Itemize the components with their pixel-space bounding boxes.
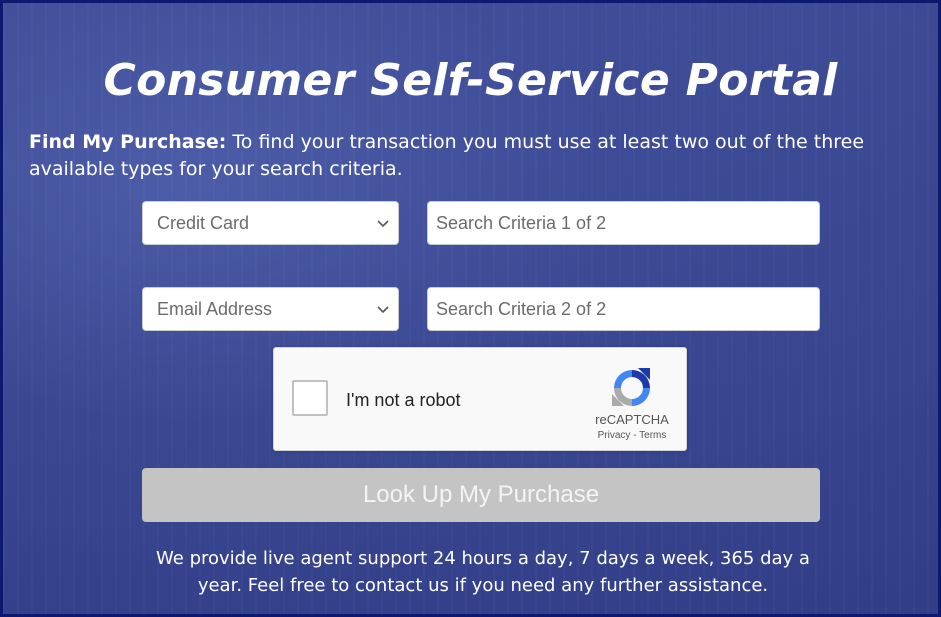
chevron-down-icon (377, 220, 389, 228)
page-title: Consumer Self-Service Portal (103, 55, 838, 106)
recaptcha-checkbox[interactable] (292, 380, 328, 416)
support-text: We provide live agent support 24 hours a… (156, 548, 810, 596)
look-up-purchase-button[interactable]: Look Up My Purchase (142, 468, 820, 522)
search-criteria-1-placeholder: Search Criteria 1 of 2 (436, 212, 607, 233)
search-type-2-value: Email Address (157, 298, 273, 319)
search-criteria-2-placeholder: Search Criteria 2 of 2 (436, 298, 607, 319)
recaptcha-widget: I'm not a robot reCAPTCHA Privacy - Term… (273, 347, 687, 451)
intro-text: Find My Purchase: To find your transacti… (29, 129, 924, 183)
search-criteria-2-input[interactable]: Search Criteria 2 of 2 (427, 287, 820, 331)
recaptcha-label: I'm not a robot (346, 390, 461, 410)
portal-container: Consumer Self-Service Portal Find My Pur… (0, 0, 941, 617)
search-type-2-select[interactable]: Email Address (142, 287, 399, 331)
recaptcha-brand: reCAPTCHA (595, 412, 669, 427)
chevron-down-icon (377, 306, 389, 314)
intro-label: Find My Purchase: (29, 131, 227, 153)
search-type-1-select[interactable]: Credit Card (142, 201, 399, 245)
search-criteria-1-input[interactable]: Search Criteria 1 of 2 (427, 201, 820, 245)
recaptcha-privacy-terms-link[interactable]: Privacy - Terms (574, 430, 690, 441)
recaptcha-logo-icon (612, 368, 650, 406)
search-type-1-value: Credit Card (157, 212, 250, 233)
